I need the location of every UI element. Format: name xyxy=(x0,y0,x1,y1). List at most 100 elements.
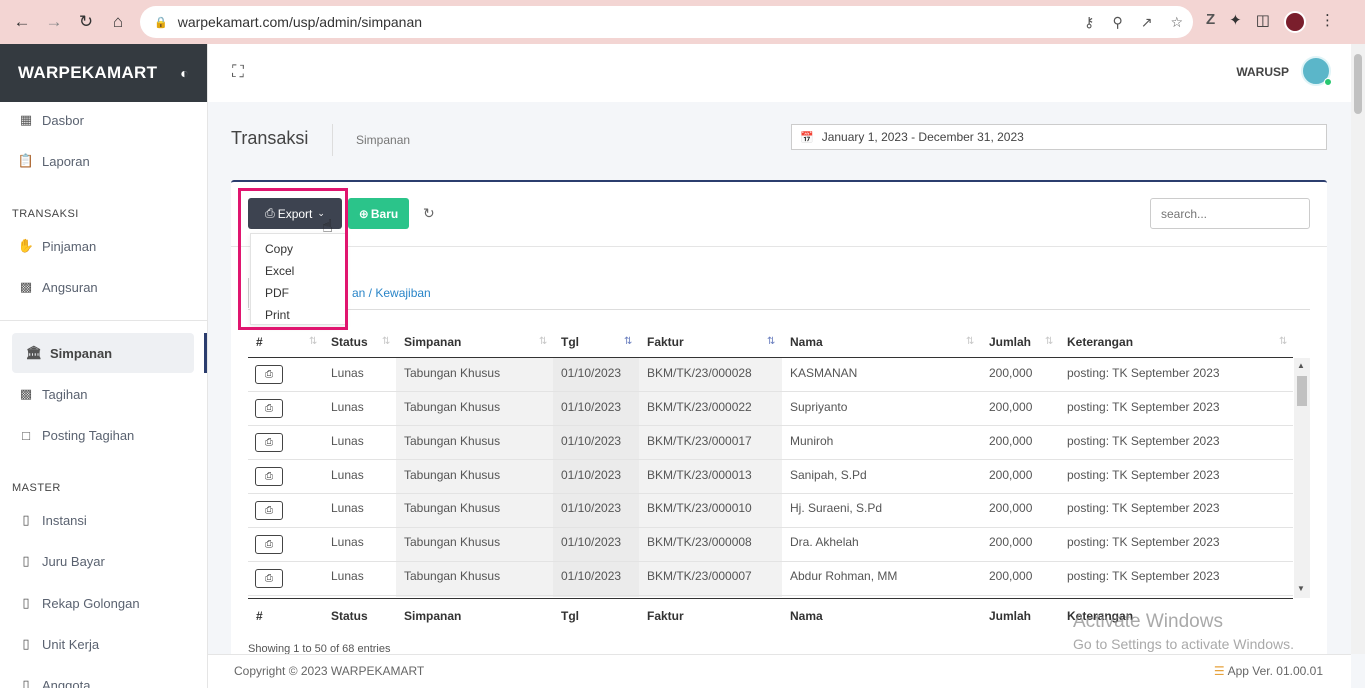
table-row[interactable]: ⎙ Lunas Tabungan Khusus 01/10/2023 BKM/T… xyxy=(248,426,1293,460)
sort-desc-icon[interactable]: ⇅ xyxy=(767,336,775,347)
sort-icon[interactable]: ⇅ xyxy=(1279,336,1287,347)
cell-faktur: BKM/TK/23/000028 xyxy=(647,366,752,380)
sidebar-item-tagihan[interactable]: ▩ Tagihan xyxy=(0,374,207,414)
table-row[interactable]: ⎙ Lunas Tabungan Khusus 01/10/2023 BKM/T… xyxy=(248,358,1293,392)
column-header-nama[interactable]: Nama xyxy=(790,335,823,349)
print-icon[interactable]: ⎙ xyxy=(255,501,283,520)
extension-z-icon[interactable]: Z xyxy=(1206,11,1215,33)
sidebar-toggle-icon[interactable]: ◐ xyxy=(180,65,189,81)
cell-simpanan: Tabungan Khusus xyxy=(404,434,501,448)
sidebar-item-unit-kerja[interactable]: ▯ Unit Kerja xyxy=(0,624,207,664)
table-row[interactable]: ⎙ Lunas Tabungan Khusus 01/10/2023 BKM/T… xyxy=(248,528,1293,562)
sidebar-item-laporan[interactable]: 📋 Laporan xyxy=(0,141,207,181)
sort-desc-icon[interactable]: ⇅ xyxy=(624,336,632,347)
key-icon[interactable]: ⚷ xyxy=(1084,14,1094,31)
profile-avatar[interactable] xyxy=(1283,11,1306,33)
brand-name[interactable]: WARPEKAMART xyxy=(18,63,157,83)
cell-faktur: BKM/TK/23/000022 xyxy=(647,400,752,414)
print-icon[interactable]: ⎙ xyxy=(255,365,283,384)
sort-icon[interactable]: ⇅ xyxy=(309,336,317,347)
sidebar-item-dasbor[interactable]: ▦ Dasbor xyxy=(0,100,207,140)
reload-icon[interactable]: ↻ xyxy=(74,10,98,34)
browser-toolbar: ← → ↻ ⌂ 🔒 warpekamart.com/usp/admin/simp… xyxy=(0,0,1365,44)
activate-windows-title: Activate Windows xyxy=(1073,611,1223,632)
avatar[interactable] xyxy=(1301,56,1332,86)
refresh-icon[interactable]: ↻ xyxy=(423,205,435,222)
sort-icon[interactable]: ⇅ xyxy=(539,336,547,347)
page-scrollbar[interactable] xyxy=(1351,44,1365,654)
section-transaksi: TRANSAKSI xyxy=(12,208,79,220)
table-row[interactable]: ⎙ Lunas Tabungan Khusus 01/10/2023 BKM/T… xyxy=(248,392,1293,426)
cell-simpanan: Tabungan Khusus xyxy=(404,501,501,515)
sidebar-item-posting-tagihan[interactable]: □ Posting Tagihan xyxy=(0,415,207,455)
cell-tgl: 01/10/2023 xyxy=(561,434,622,448)
table-row[interactable]: ⎙ Lunas Tabungan Khusus 01/10/2023 BKM/T… xyxy=(248,460,1293,494)
search-input[interactable] xyxy=(1150,198,1310,229)
print-icon[interactable]: ⎙ xyxy=(255,569,283,588)
sort-icon[interactable]: ⇅ xyxy=(382,336,390,347)
column-header-tgl[interactable]: Tgl xyxy=(561,335,579,349)
table-row[interactable]: ⎙ Lunas Tabungan Khusus 01/10/2023 BKM/T… xyxy=(248,494,1293,528)
book-icon: ▯ xyxy=(22,512,30,527)
cell-simpanan: Tabungan Khusus xyxy=(404,400,501,414)
kebab-menu-icon[interactable]: ⋮ xyxy=(1320,11,1335,33)
new-button[interactable]: ⊕ Baru xyxy=(348,198,409,229)
address-bar[interactable]: 🔒 warpekamart.com/usp/admin/simpanan ⚷ ⚲… xyxy=(140,6,1193,38)
arrow-left-icon[interactable]: ← xyxy=(10,10,34,34)
column-header-jumlah[interactable]: Jumlah xyxy=(989,335,1031,349)
column-header-keterangan[interactable]: Keterangan xyxy=(1067,335,1133,349)
brand-bar: WARPEKAMART ◐ xyxy=(0,44,207,102)
cell-nama: Dra. Akhelah xyxy=(790,535,859,549)
print-icon[interactable]: ⎙ xyxy=(255,433,283,452)
cell-jumlah: 200,000 xyxy=(989,434,1033,448)
zoom-icon[interactable]: ⚲ xyxy=(1112,14,1122,31)
sidebar-item-label: Rekap Golongan xyxy=(42,595,140,611)
cell-status: Lunas xyxy=(331,434,364,448)
column-header-simpanan[interactable]: Simpanan xyxy=(404,335,461,349)
table-scrollbar[interactable]: ▲ ▼ xyxy=(1294,358,1310,598)
fullscreen-icon[interactable]: ⛶ xyxy=(232,62,244,82)
sidepanel-icon[interactable]: ◫ xyxy=(1256,11,1270,33)
puzzle-icon[interactable]: ✦ xyxy=(1229,11,1242,33)
sidebar-item-instansi[interactable]: ▯ Instansi xyxy=(0,500,207,540)
cell-nama: Supriyanto xyxy=(790,400,848,414)
sidebar-item-angsuran[interactable]: ▩ Angsuran xyxy=(0,267,207,307)
scrollbar-thumb[interactable] xyxy=(1297,376,1307,406)
sidebar-item-juru-bayar[interactable]: ▯ Juru Bayar xyxy=(0,541,207,581)
arrow-right-icon[interactable]: → xyxy=(42,10,66,34)
home-icon[interactable]: ⌂ xyxy=(106,10,130,34)
new-label: Baru xyxy=(370,206,399,221)
footer-header-simpanan: Simpanan xyxy=(404,609,462,623)
print-icon[interactable]: ⎙ xyxy=(255,399,283,418)
print-icon[interactable]: ⎙ xyxy=(255,467,283,486)
date-range-picker[interactable]: 📅 January 1, 2023 - December 31, 2023 xyxy=(791,124,1327,150)
column-header-number[interactable]: # xyxy=(256,335,263,349)
sidebar-item-label: Juru Bayar xyxy=(42,553,105,569)
user-name[interactable]: WARUSP xyxy=(1236,65,1289,79)
sidebar-item-pinjaman[interactable]: ✋ Pinjaman xyxy=(0,226,207,266)
share-icon[interactable]: ↗ xyxy=(1141,14,1153,31)
column-header-faktur[interactable]: Faktur xyxy=(647,335,684,349)
cell-tgl: 01/10/2023 xyxy=(561,569,622,583)
print-icon[interactable]: ⎙ xyxy=(255,535,283,554)
sidebar-item-anggota[interactable]: ▯ Anggota xyxy=(0,665,207,688)
column-header-status[interactable]: Status xyxy=(331,335,368,349)
cell-jumlah: 200,000 xyxy=(989,535,1033,549)
hand-icon: ✋ xyxy=(17,238,35,253)
bookmark-star-icon[interactable]: ☆ xyxy=(1170,14,1183,31)
sidebar-item-simpanan[interactable]: 🏛 Simpanan xyxy=(12,333,194,373)
sidebar-item-rekap-golongan[interactable]: ▯ Rekap Golongan xyxy=(0,583,207,623)
scroll-down-icon[interactable]: ▼ xyxy=(1297,584,1305,593)
scroll-up-icon[interactable]: ▲ xyxy=(1297,361,1305,370)
sort-icon[interactable]: ⇅ xyxy=(1045,336,1053,347)
cell-faktur: BKM/TK/23/000017 xyxy=(647,434,752,448)
hand-cursor-icon: ☝ xyxy=(322,216,333,236)
sidebar-item-label: Pinjaman xyxy=(42,238,97,254)
sort-icon[interactable]: ⇅ xyxy=(966,336,974,347)
footer-header-faktur: Faktur xyxy=(647,609,684,623)
date-range-value: January 1, 2023 - December 31, 2023 xyxy=(821,130,1024,144)
sidebar-item-label: Posting Tagihan xyxy=(42,427,135,443)
scrollbar-thumb[interactable] xyxy=(1354,54,1362,114)
table-row[interactable]: ⎙ Lunas Tabungan Khusus 01/10/2023 BKM/T… xyxy=(248,562,1293,596)
tab-kewajiban[interactable]: an / Kewajiban xyxy=(352,286,431,300)
